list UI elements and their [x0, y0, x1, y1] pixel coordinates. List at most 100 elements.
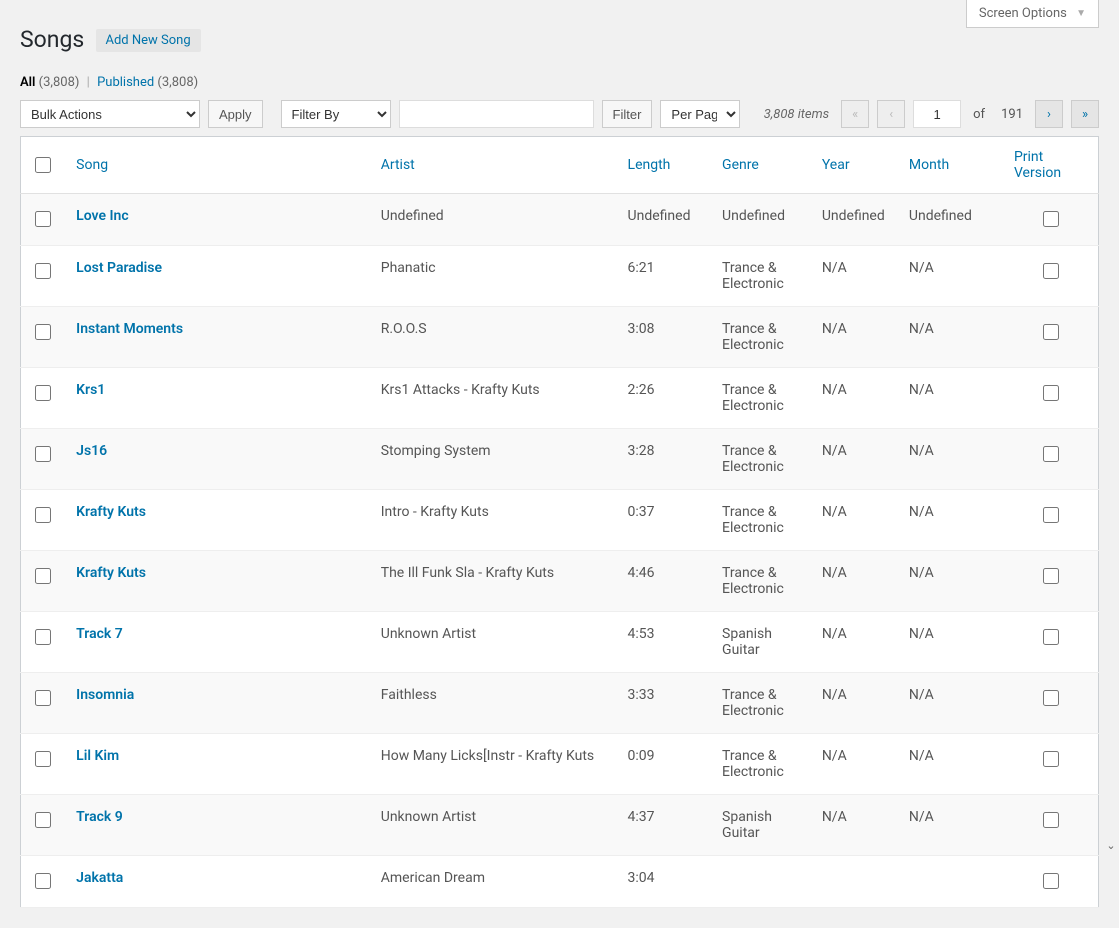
table-row: Lost ParadisePhanatic6:21Trance & Electr…	[21, 246, 1099, 307]
col-header-year[interactable]: Year	[812, 137, 899, 194]
print-checkbox[interactable]	[1043, 812, 1059, 828]
cell-year: N/A	[812, 612, 899, 673]
cell-artist: Faithless	[371, 673, 618, 734]
cell-month: N/A	[899, 612, 1004, 673]
table-row: Krafty KutsIntro - Krafty Kuts0:37Trance…	[21, 490, 1099, 551]
cell-month: Undefined	[899, 194, 1004, 246]
song-link[interactable]: Instant Moments	[76, 321, 183, 337]
print-checkbox[interactable]	[1043, 873, 1059, 889]
row-checkbox[interactable]	[35, 873, 51, 889]
cell-year: N/A	[812, 795, 899, 856]
row-checkbox[interactable]	[35, 568, 51, 584]
current-page-input[interactable]	[913, 100, 961, 128]
col-header-length[interactable]: Length	[618, 137, 713, 194]
cell-year: N/A	[812, 368, 899, 429]
song-link[interactable]: Track 7	[76, 626, 123, 642]
song-link[interactable]: Lil Kim	[76, 748, 119, 764]
cell-genre: Trance & Electronic	[712, 246, 812, 307]
cell-year: N/A	[812, 734, 899, 795]
table-row: Krs1Krs1 Attacks - Krafty Kuts2:26Trance…	[21, 368, 1099, 429]
col-header-print[interactable]: Print Version	[1004, 137, 1099, 194]
print-checkbox[interactable]	[1043, 690, 1059, 706]
song-link[interactable]: Track 9	[76, 809, 123, 825]
song-link[interactable]: Jakatta	[76, 870, 123, 886]
row-checkbox[interactable]	[35, 629, 51, 645]
cell-genre: Spanish Guitar	[712, 795, 812, 856]
row-checkbox[interactable]	[35, 690, 51, 706]
cell-artist: Phanatic	[371, 246, 618, 307]
cell-artist: Stomping System	[371, 429, 618, 490]
row-checkbox[interactable]	[35, 324, 51, 340]
song-link[interactable]: Krafty Kuts	[76, 565, 146, 581]
table-row: Track 7Unknown Artist4:53Spanish GuitarN…	[21, 612, 1099, 673]
row-checkbox[interactable]	[35, 385, 51, 401]
print-checkbox[interactable]	[1043, 446, 1059, 462]
print-checkbox[interactable]	[1043, 385, 1059, 401]
row-checkbox[interactable]	[35, 507, 51, 523]
cell-year: Undefined	[812, 194, 899, 246]
status-filters: All (3,808) | Published (3,808)	[20, 75, 1099, 90]
select-all-checkbox[interactable]	[35, 157, 51, 173]
filter-by-select[interactable]: Filter By	[281, 100, 391, 128]
song-link[interactable]: Krs1	[76, 382, 105, 398]
row-checkbox[interactable]	[35, 211, 51, 227]
cell-month: N/A	[899, 551, 1004, 612]
cell-year: N/A	[812, 490, 899, 551]
cell-artist: How Many Licks[Instr - Krafty Kuts	[371, 734, 618, 795]
cell-artist: Unknown Artist	[371, 795, 618, 856]
last-page-button[interactable]: »	[1071, 100, 1099, 128]
filter-text-input[interactable]	[399, 100, 594, 128]
screen-options-tab[interactable]: Screen Options ▼	[966, 0, 1099, 28]
cell-length: 4:53	[618, 612, 713, 673]
song-link[interactable]: Insomnia	[76, 687, 134, 703]
cell-month: N/A	[899, 734, 1004, 795]
cell-year: N/A	[812, 673, 899, 734]
cell-genre: Trance & Electronic	[712, 734, 812, 795]
per-page-select[interactable]: Per Page	[660, 100, 740, 128]
col-header-month[interactable]: Month	[899, 137, 1004, 194]
chevron-down-icon: ▼	[1076, 8, 1086, 19]
print-checkbox[interactable]	[1043, 751, 1059, 767]
cell-genre: Trance & Electronic	[712, 368, 812, 429]
prev-page-button[interactable]: ‹	[877, 100, 905, 128]
first-page-button[interactable]: «	[841, 100, 869, 128]
add-new-button[interactable]: Add New Song	[96, 29, 201, 52]
print-checkbox[interactable]	[1043, 263, 1059, 279]
song-link[interactable]: Krafty Kuts	[76, 504, 146, 520]
table-row: Lil Kim How Many Licks[Instr - Krafty Kut…	[21, 734, 1099, 795]
filter-all-label[interactable]: All	[20, 75, 35, 90]
print-checkbox[interactable]	[1043, 629, 1059, 645]
col-header-artist[interactable]: Artist	[371, 137, 618, 194]
cell-month: N/A	[899, 368, 1004, 429]
song-link[interactable]: Js16	[76, 443, 107, 459]
col-header-song[interactable]: Song	[66, 137, 371, 194]
row-checkbox[interactable]	[35, 263, 51, 279]
song-link[interactable]: Lost Paradise	[76, 260, 162, 276]
print-checkbox[interactable]	[1043, 568, 1059, 584]
apply-button[interactable]: Apply	[208, 100, 263, 128]
row-checkbox[interactable]	[35, 812, 51, 828]
filter-button[interactable]: Filter	[602, 100, 653, 128]
bulk-actions-select[interactable]: Bulk Actions	[20, 100, 200, 128]
cell-length: 0:37	[618, 490, 713, 551]
row-checkbox[interactable]	[35, 751, 51, 767]
cell-month: N/A	[899, 490, 1004, 551]
table-row: JakattaAmerican Dream3:04	[21, 856, 1099, 908]
row-checkbox[interactable]	[35, 446, 51, 462]
cell-year: N/A	[812, 429, 899, 490]
cell-year: N/A	[812, 551, 899, 612]
col-header-genre[interactable]: Genre	[712, 137, 812, 194]
table-row: Instant MomentsR.O.O.S3:08Trance & Elect…	[21, 307, 1099, 368]
song-link[interactable]: Love Inc	[76, 208, 128, 224]
cell-month: N/A	[899, 795, 1004, 856]
cell-artist: R.O.O.S	[371, 307, 618, 368]
filter-published-label[interactable]: Published	[97, 75, 154, 90]
next-page-button[interactable]: ›	[1035, 100, 1063, 128]
items-count: 3,808 items	[764, 107, 829, 122]
print-checkbox[interactable]	[1043, 507, 1059, 523]
scroll-down-icon[interactable]: ⌄	[1103, 836, 1119, 854]
print-checkbox[interactable]	[1043, 211, 1059, 227]
cell-length: 3:33	[618, 673, 713, 734]
print-checkbox[interactable]	[1043, 324, 1059, 340]
cell-artist: Krs1 Attacks - Krafty Kuts	[371, 368, 618, 429]
